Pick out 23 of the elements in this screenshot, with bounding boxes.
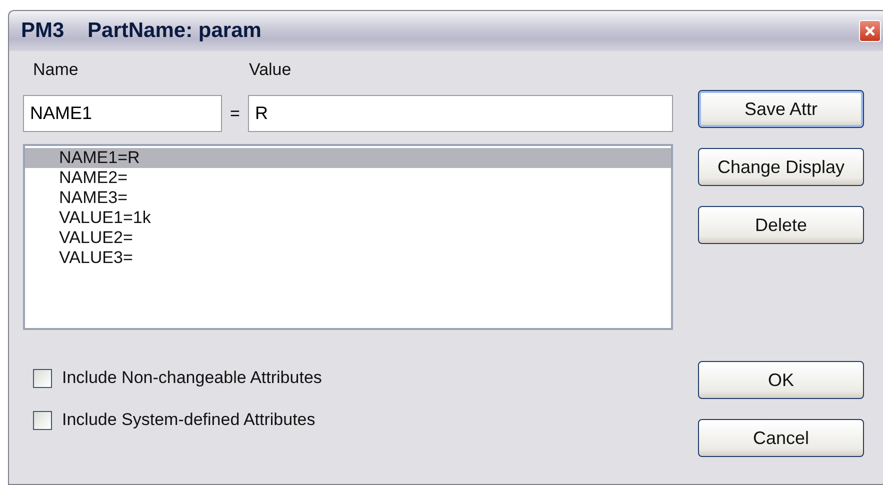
action-button[interactable]: Change Display: [698, 148, 864, 186]
checkbox[interactable]: [33, 410, 52, 430]
value-field[interactable]: R: [248, 95, 673, 132]
attribute-item[interactable]: VALUE2=: [25, 228, 671, 248]
action-button[interactable]: Delete: [698, 206, 864, 244]
attribute-item[interactable]: NAME1=R: [25, 148, 671, 168]
attribute-item[interactable]: NAME2=: [25, 168, 671, 188]
close-button[interactable]: [859, 20, 881, 42]
action-button[interactable]: Save Attr: [698, 90, 864, 128]
checkbox-label: Include Non-changeable Attributes: [62, 368, 322, 388]
close-icon: [864, 25, 876, 37]
window-title: PM3 PartName: param: [21, 19, 262, 43]
attribute-item[interactable]: VALUE1=1k: [25, 208, 671, 228]
name-field[interactable]: NAME1: [23, 95, 222, 132]
attribute-item[interactable]: NAME3=: [25, 188, 671, 208]
value-label: Value: [249, 60, 292, 80]
checkbox[interactable]: [33, 368, 52, 388]
dialog-button[interactable]: OK: [698, 361, 864, 399]
checkbox-label: Include System-defined Attributes: [62, 410, 316, 430]
name-label: Name: [33, 60, 80, 80]
equals-sign: =: [229, 104, 241, 124]
attribute-item[interactable]: VALUE3=: [25, 248, 671, 268]
dialog-button[interactable]: Cancel: [698, 419, 864, 457]
